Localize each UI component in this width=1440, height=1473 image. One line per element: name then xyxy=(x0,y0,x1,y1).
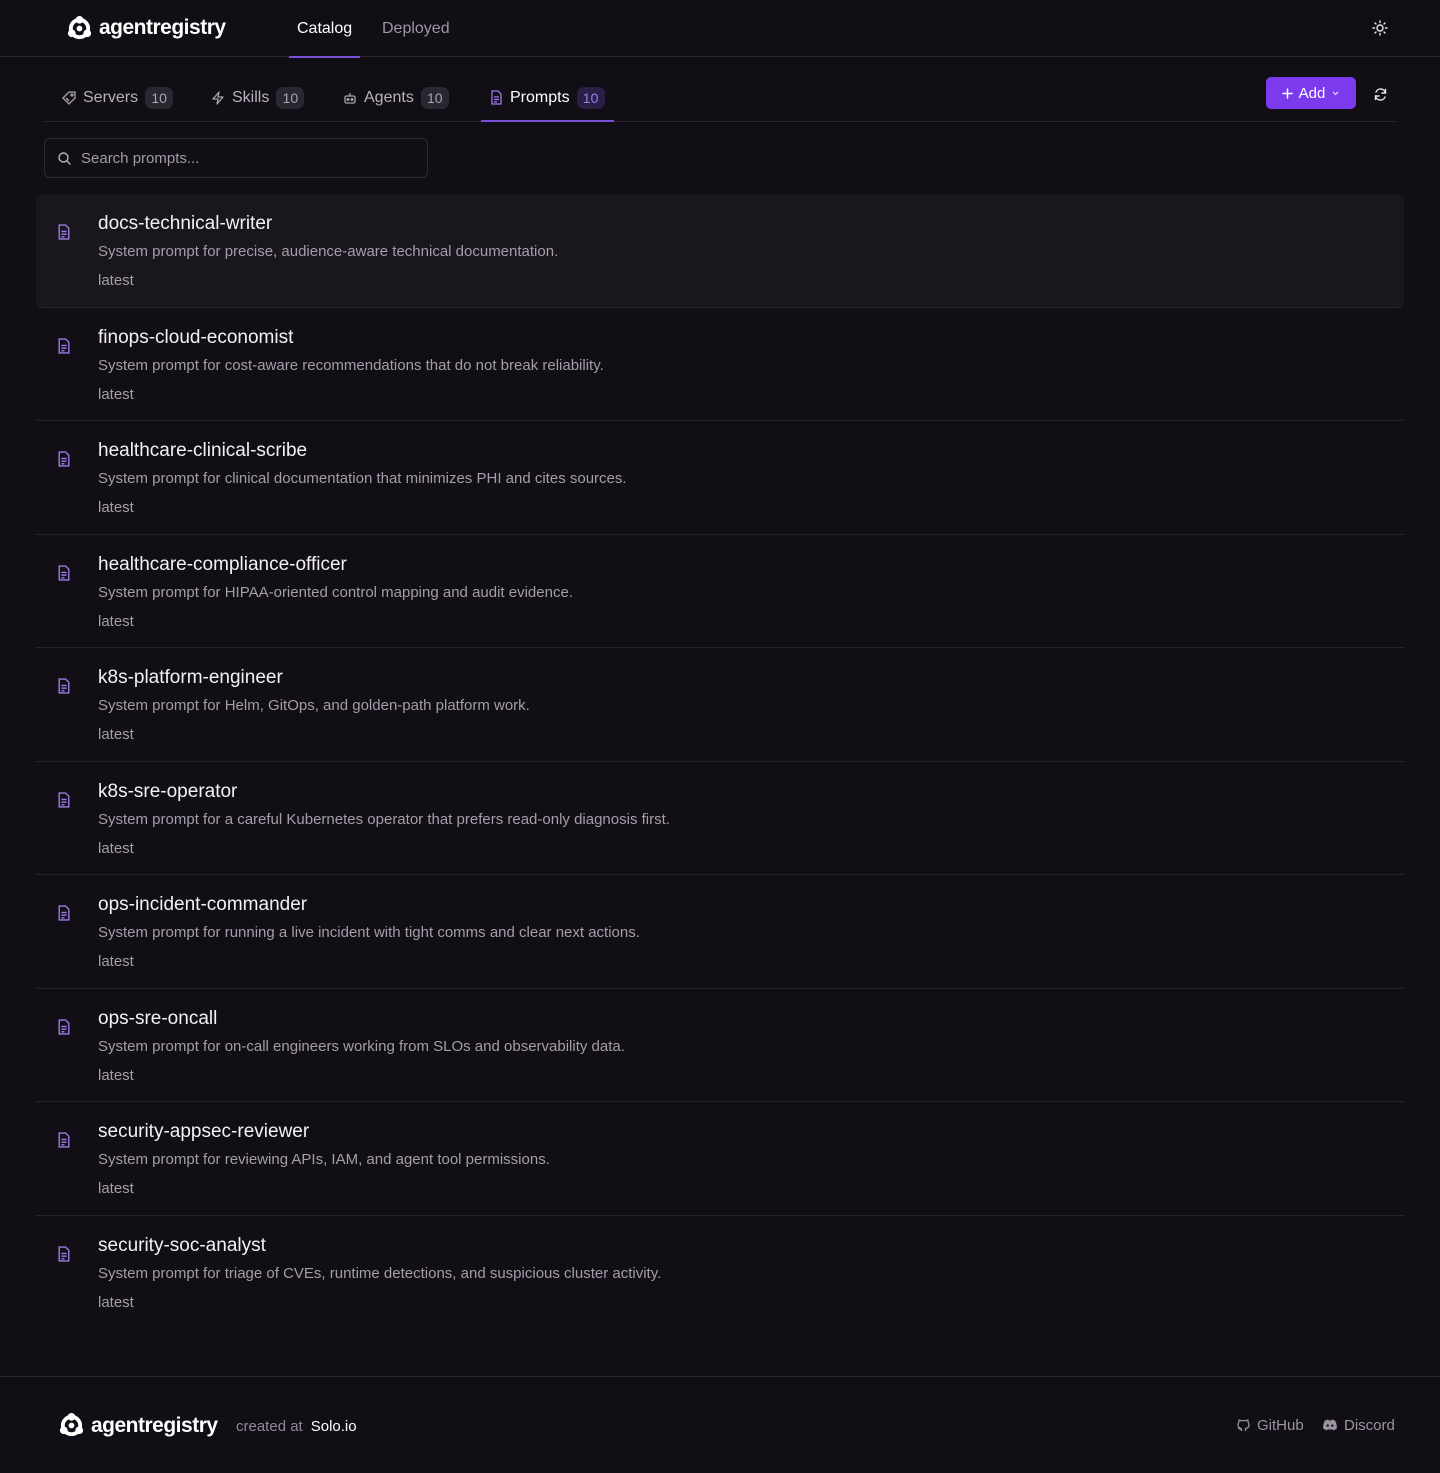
top-navigation: agentregistry Catalog Deployed xyxy=(0,0,1440,58)
tab-agents-count: 10 xyxy=(420,86,449,109)
document-icon xyxy=(58,451,70,467)
search-input[interactable] xyxy=(81,139,421,177)
tab-servers-label: Servers xyxy=(83,88,139,106)
list-item[interactable]: ops-incident-commander System prompt for… xyxy=(36,875,1404,989)
tab-prompts-count: 10 xyxy=(576,86,605,109)
list-item[interactable]: k8s-platform-engineer System prompt for … xyxy=(36,648,1404,762)
document-icon xyxy=(58,1018,70,1035)
prompt-name: healthcare-clinical-scribe xyxy=(98,440,308,461)
prompt-version: latest xyxy=(98,499,134,516)
list-item[interactable]: security-appsec-reviewer System prompt f… xyxy=(36,1102,1404,1216)
list-item[interactable]: healthcare-compliance-officer System pro… xyxy=(36,535,1404,648)
footer-brand-name: agentregistry xyxy=(91,1413,218,1437)
add-button-label: Add xyxy=(1298,84,1326,102)
robot-icon xyxy=(344,92,356,104)
prompt-name: healthcare-compliance-officer xyxy=(98,553,347,575)
company-link[interactable]: Solo.io xyxy=(311,1418,357,1435)
prompt-version: latest xyxy=(98,839,134,857)
list-item[interactable]: security-soc-analyst System prompt for t… xyxy=(36,1216,1404,1330)
nav-deployed[interactable]: Deployed xyxy=(382,0,450,57)
footer-logo[interactable]: agentregistry xyxy=(58,1412,218,1439)
search-box xyxy=(44,138,428,178)
prompt-description: System prompt for reviewing APIs, IAM, a… xyxy=(98,1151,550,1168)
list-item[interactable]: docs-technical-writer System prompt for … xyxy=(36,194,1404,308)
document-icon xyxy=(58,905,70,921)
brand-name: agentregistry xyxy=(99,16,226,39)
prompt-name: ops-sre-oncall xyxy=(98,1007,218,1029)
prompt-version: latest xyxy=(98,272,134,289)
prompt-description: System prompt for a careful Kubernetes o… xyxy=(98,810,670,828)
tab-agents[interactable]: Agents 10 xyxy=(343,74,449,121)
lightning-icon xyxy=(212,90,224,105)
list-item[interactable]: k8s-sre-operator System prompt for a car… xyxy=(36,762,1404,875)
logo-mark-icon xyxy=(59,1412,84,1437)
search-icon xyxy=(58,152,71,165)
tab-agents-label: Agents xyxy=(364,88,414,106)
plus-icon xyxy=(1281,87,1293,99)
prompt-name: k8s-platform-engineer xyxy=(98,667,283,688)
prompt-version: latest xyxy=(98,1180,134,1197)
refresh-button[interactable] xyxy=(1369,83,1391,105)
list-item[interactable]: healthcare-clinical-scribe System prompt… xyxy=(36,421,1404,535)
sun-icon xyxy=(1372,20,1388,36)
prompt-version: latest xyxy=(98,953,134,970)
document-icon xyxy=(58,1132,70,1148)
logo-mark-icon xyxy=(67,15,92,39)
tab-skills-label: Skills xyxy=(232,88,270,106)
prompt-name: security-soc-analyst xyxy=(98,1234,266,1256)
prompt-version: latest xyxy=(98,385,134,403)
prompt-description: System prompt for clinical documentation… xyxy=(98,470,627,487)
document-icon xyxy=(58,337,70,354)
refresh-icon xyxy=(1374,87,1386,101)
tab-prompts[interactable]: Prompts 10 xyxy=(481,74,614,122)
github-link[interactable]: GitHub xyxy=(1236,1417,1304,1434)
document-icon xyxy=(58,224,70,240)
list-item[interactable]: finops-cloud-economist System prompt for… xyxy=(36,308,1404,421)
prompt-description: System prompt for running a live inciden… xyxy=(98,924,640,941)
prompt-description: System prompt for HIPAA-oriented control… xyxy=(98,583,573,601)
prompt-version: latest xyxy=(98,1293,134,1311)
prompt-description: System prompt for triage of CVEs, runtim… xyxy=(98,1264,662,1282)
footer: agentregistry created at Solo.io GitHub … xyxy=(0,1376,1440,1473)
tab-prompts-label: Prompts xyxy=(510,88,570,106)
nav-catalog[interactable]: Catalog xyxy=(288,0,361,58)
catalog-tabs: Servers 10 Skills 10 Agents 10 Prompts 1… xyxy=(44,74,1396,122)
github-label: GitHub xyxy=(1257,1417,1304,1434)
prompt-name: security-appsec-reviewer xyxy=(98,1121,310,1142)
prompt-version: latest xyxy=(98,612,134,630)
document-icon xyxy=(58,791,70,808)
brand-logo[interactable]: agentregistry xyxy=(66,14,226,42)
tab-servers-count: 10 xyxy=(145,86,174,109)
document-icon xyxy=(58,678,70,694)
prompt-version: latest xyxy=(98,1066,134,1084)
discord-link[interactable]: Discord xyxy=(1322,1417,1395,1434)
theme-toggle-button[interactable] xyxy=(1368,16,1392,40)
prompt-description: System prompt for cost-aware recommendat… xyxy=(98,356,604,374)
tab-skills[interactable]: Skills 10 xyxy=(211,74,305,121)
add-button[interactable]: Add xyxy=(1266,77,1356,109)
document-icon xyxy=(491,90,502,105)
footer-credit: created at Solo.io xyxy=(236,1418,357,1435)
prompt-list: docs-technical-writer System prompt for … xyxy=(36,194,1404,1329)
tab-servers[interactable]: Servers 10 xyxy=(62,74,174,121)
chevron-down-icon xyxy=(1332,91,1339,95)
prompt-name: docs-technical-writer xyxy=(98,213,273,234)
document-icon xyxy=(58,564,70,581)
document-icon xyxy=(58,1245,70,1262)
prompt-name: finops-cloud-economist xyxy=(98,326,294,348)
list-item[interactable]: ops-sre-oncall System prompt for on-call… xyxy=(36,989,1404,1102)
prompt-version: latest xyxy=(98,726,134,743)
discord-label: Discord xyxy=(1344,1417,1395,1434)
github-icon xyxy=(1237,1419,1250,1431)
prompt-description: System prompt for on-call engineers work… xyxy=(98,1037,625,1055)
prompt-name: k8s-sre-operator xyxy=(98,780,238,802)
prompt-description: System prompt for precise, audience-awar… xyxy=(98,243,559,260)
discord-icon xyxy=(1323,1419,1337,1431)
created-at-label: created at xyxy=(236,1418,303,1435)
prompt-description: System prompt for Helm, GitOps, and gold… xyxy=(98,697,530,714)
prompt-name: ops-incident-commander xyxy=(98,894,308,915)
tab-skills-count: 10 xyxy=(276,86,305,109)
server-tag-icon xyxy=(62,90,76,105)
